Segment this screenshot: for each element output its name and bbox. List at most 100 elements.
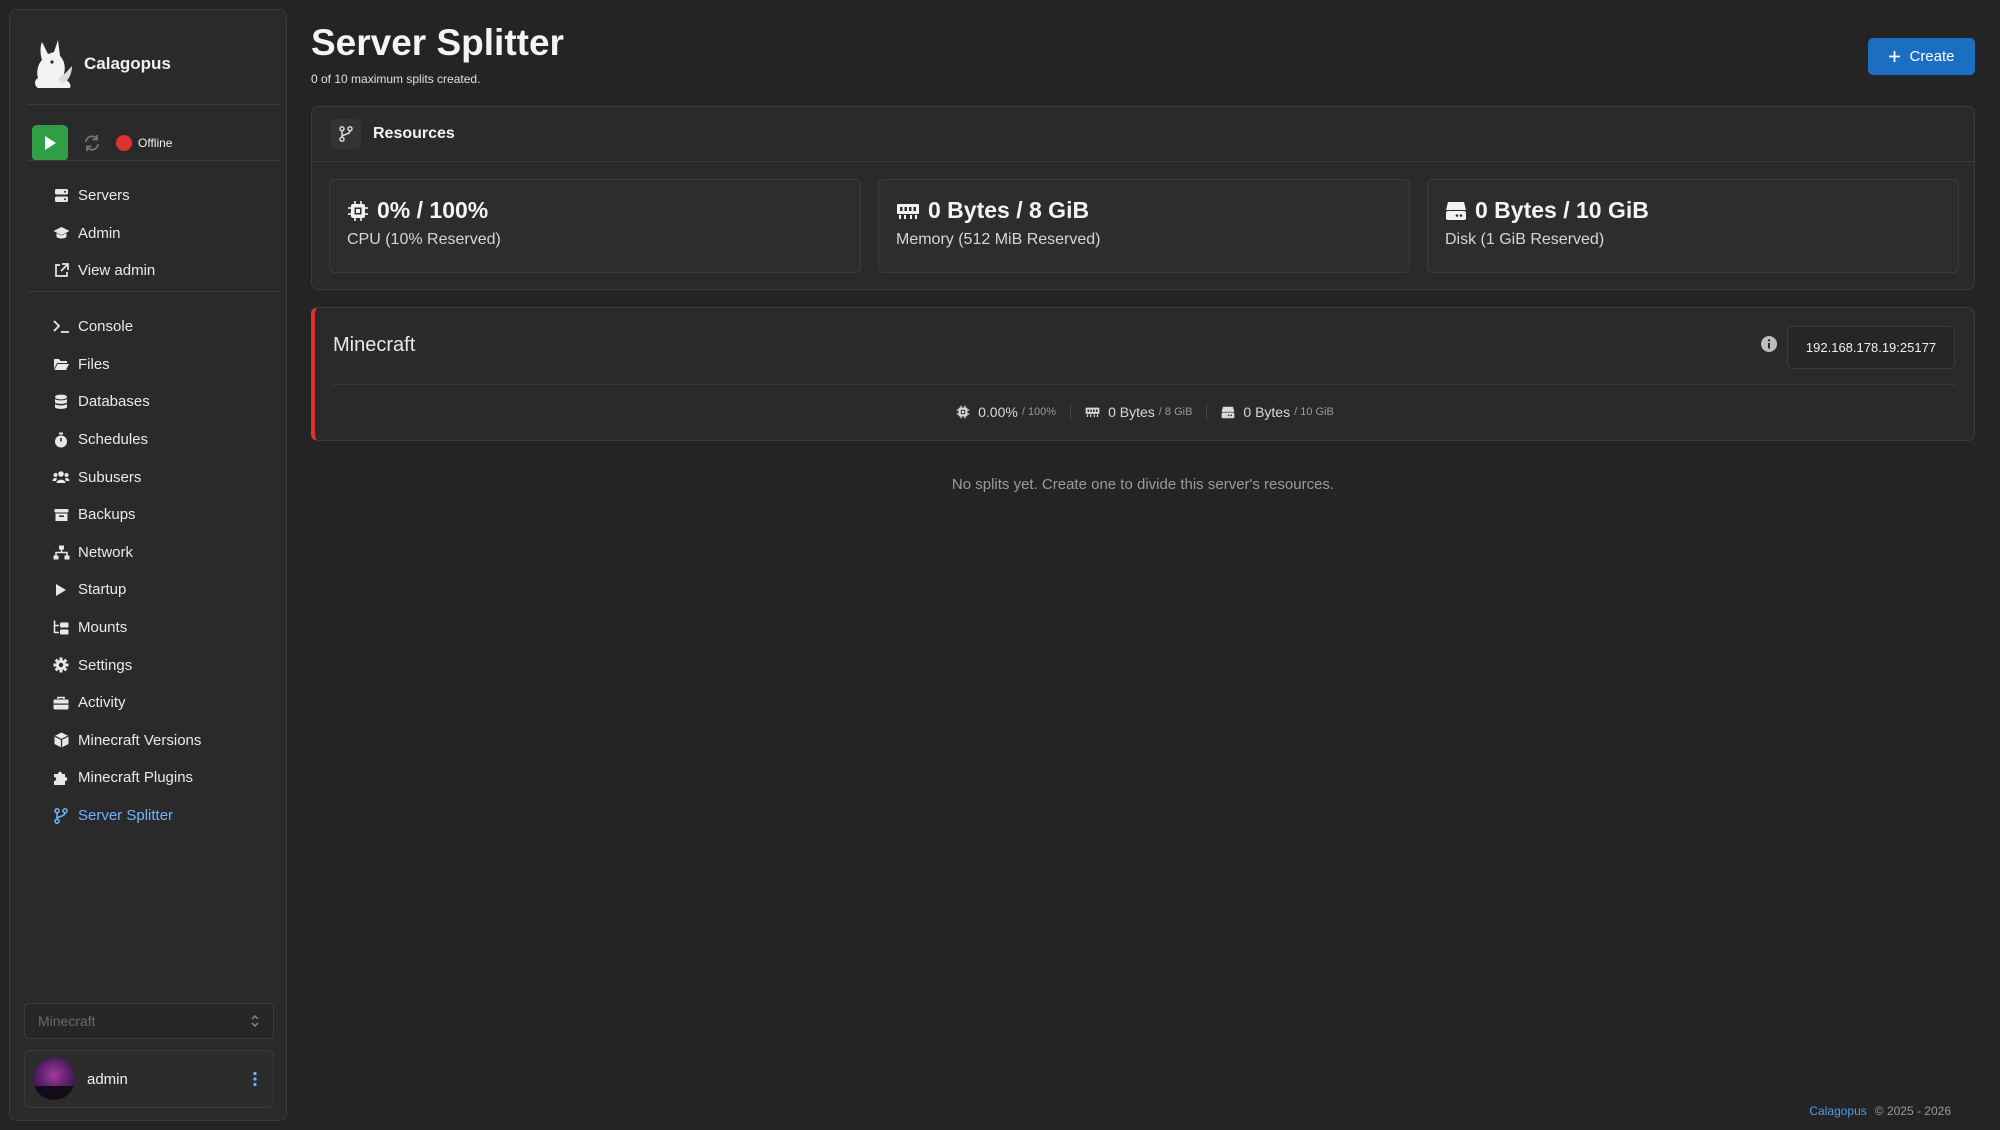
- nav-label: Files: [78, 355, 110, 373]
- code-branch-icon: [331, 119, 361, 149]
- nav-label: Minecraft Versions: [78, 731, 202, 749]
- network-icon: [52, 543, 70, 561]
- database-icon: [52, 393, 70, 411]
- disk-stat: 0 Bytes / 10 GiB Disk (1 GiB Reserved): [1427, 179, 1959, 273]
- server-select[interactable]: Minecraft: [24, 1003, 274, 1039]
- nav-label: Startup: [78, 581, 127, 599]
- user-menu-button[interactable]: [245, 1064, 265, 1094]
- avatar: [33, 1058, 75, 1100]
- nav-item-server-splitter[interactable]: Server Splitter: [32, 797, 282, 835]
- play-icon: [52, 581, 70, 599]
- chevron-up-down-icon: [250, 1014, 260, 1028]
- servers-icon: [52, 187, 70, 205]
- memory-stat: 0 Bytes / 8 GiB Memory (512 MiB Reserved…: [878, 179, 1410, 273]
- info-icon[interactable]: [1760, 335, 1778, 353]
- divider: [27, 160, 281, 161]
- server-cpu-value: 0.00%: [978, 404, 1018, 420]
- nav-item-admin[interactable]: Admin: [32, 215, 282, 253]
- footer-brand-link[interactable]: Calagopus: [1809, 1104, 1866, 1118]
- disk-desc: Disk (1 GiB Reserved): [1445, 231, 1605, 248]
- nav-item-schedules[interactable]: Schedules: [32, 421, 282, 459]
- divider: [27, 291, 281, 292]
- cube-icon: [52, 731, 70, 749]
- hard-drive-icon: [1221, 406, 1235, 419]
- nav-label: Servers: [78, 187, 130, 205]
- server-memory: 0 Bytes / 8 GiB: [1071, 404, 1206, 420]
- nav-label: Schedules: [78, 431, 149, 449]
- folder-tree-icon: [52, 619, 70, 637]
- user-card[interactable]: admin: [24, 1050, 274, 1108]
- graduation-cap-icon: [52, 224, 70, 242]
- briefcase-icon: [52, 694, 70, 712]
- resources-title: Resources: [373, 125, 455, 142]
- account-nav: Servers Admin View admin: [32, 177, 282, 290]
- server-disk-value: 0 Bytes: [1243, 404, 1291, 420]
- plus-icon: [1889, 51, 1901, 62]
- create-button[interactable]: Create: [1868, 38, 1975, 75]
- page-subtitle: 0 of 10 maximum splits created.: [311, 72, 481, 86]
- server-card[interactable]: Minecraft 192.168.178.19:25177 0.00% / 1…: [311, 307, 1975, 441]
- nav-item-files[interactable]: Files: [32, 346, 282, 384]
- code-branch-icon: [52, 807, 70, 825]
- nav-label: Mounts: [78, 619, 128, 637]
- nav-item-subusers[interactable]: Subusers: [32, 458, 282, 496]
- server-cpu-limit: / 100%: [1021, 406, 1057, 418]
- nav-label: View admin: [78, 262, 156, 280]
- nav-label: Minecraft Plugins: [78, 769, 194, 787]
- stopwatch-icon: [52, 431, 70, 449]
- brand-name: Calagopus: [84, 54, 171, 73]
- nav-item-mounts[interactable]: Mounts: [32, 609, 282, 647]
- cpu-value: 0% / 100%: [377, 197, 489, 223]
- puzzle-icon: [52, 769, 70, 787]
- footer: Calagopus © 2025 - 2026: [1809, 1104, 1951, 1118]
- nav-item-databases[interactable]: Databases: [32, 383, 282, 421]
- resources-card: Resources 0% / 100% CPU (10% Reserved) 0…: [311, 106, 1975, 290]
- server-usage: 0.00% / 100% 0 Bytes / 8 GiB 0 Bytes / 1…: [315, 404, 1975, 420]
- status-dot: [116, 135, 132, 151]
- sidebar: Calagopus Offline Servers Admin View adm…: [9, 9, 287, 1121]
- memory-desc: Memory (512 MiB Reserved): [896, 231, 1101, 248]
- memory-icon: [896, 202, 920, 220]
- nav-item-minecraft-versions[interactable]: Minecraft Versions: [32, 722, 282, 760]
- nav-item-minecraft-plugins[interactable]: Minecraft Plugins: [32, 759, 282, 797]
- cpu-chip-icon: [956, 405, 970, 419]
- nav-item-view-admin[interactable]: View admin: [32, 252, 282, 290]
- nav-label: Activity: [78, 694, 126, 712]
- server-disk: 0 Bytes / 10 GiB: [1207, 404, 1347, 420]
- refresh-icon: [85, 135, 99, 151]
- folder-icon: [52, 355, 70, 373]
- server-address[interactable]: 192.168.178.19:25177: [1787, 326, 1955, 369]
- nav-label: Backups: [78, 506, 136, 524]
- nav-label: Console: [78, 318, 134, 336]
- nav-item-network[interactable]: Network: [32, 534, 282, 572]
- nav-item-backups[interactable]: Backups: [32, 496, 282, 534]
- nav-label: Network: [78, 543, 134, 561]
- cpu-chip-icon: [347, 200, 369, 222]
- empty-state-message: No splits yet. Create one to divide this…: [951, 476, 1335, 493]
- nav-label: Server Splitter: [78, 807, 174, 825]
- brand[interactable]: Calagopus: [28, 34, 268, 94]
- create-button-label: Create: [1909, 48, 1955, 65]
- nav-item-activity[interactable]: Activity: [32, 684, 282, 722]
- nav-label: Databases: [78, 393, 150, 411]
- nav-item-servers[interactable]: Servers: [32, 177, 282, 215]
- nav-item-settings[interactable]: Settings: [32, 646, 282, 684]
- restart-button[interactable]: [74, 125, 110, 161]
- nav-item-console[interactable]: Console: [32, 308, 282, 346]
- start-button[interactable]: [32, 125, 68, 161]
- status-text: Offline: [138, 136, 173, 150]
- divider: [27, 104, 281, 105]
- cpu-stat: 0% / 100% CPU (10% Reserved): [329, 179, 861, 273]
- hard-drive-icon: [1445, 201, 1467, 221]
- play-icon: [45, 136, 56, 150]
- footer-copyright: © 2025 - 2026: [1874, 1104, 1951, 1118]
- server-disk-limit: / 10 GiB: [1294, 406, 1334, 418]
- resource-stats: 0% / 100% CPU (10% Reserved) 0 Bytes / 8…: [329, 179, 1959, 273]
- server-memory-limit: / 8 GiB: [1158, 406, 1193, 418]
- server-cpu: 0.00% / 100%: [942, 404, 1070, 420]
- external-link-icon: [52, 262, 70, 280]
- terminal-icon: [52, 318, 70, 336]
- nav-item-startup[interactable]: Startup: [32, 571, 282, 609]
- nav-label: Admin: [78, 224, 121, 242]
- resources-header: Resources: [312, 107, 1974, 162]
